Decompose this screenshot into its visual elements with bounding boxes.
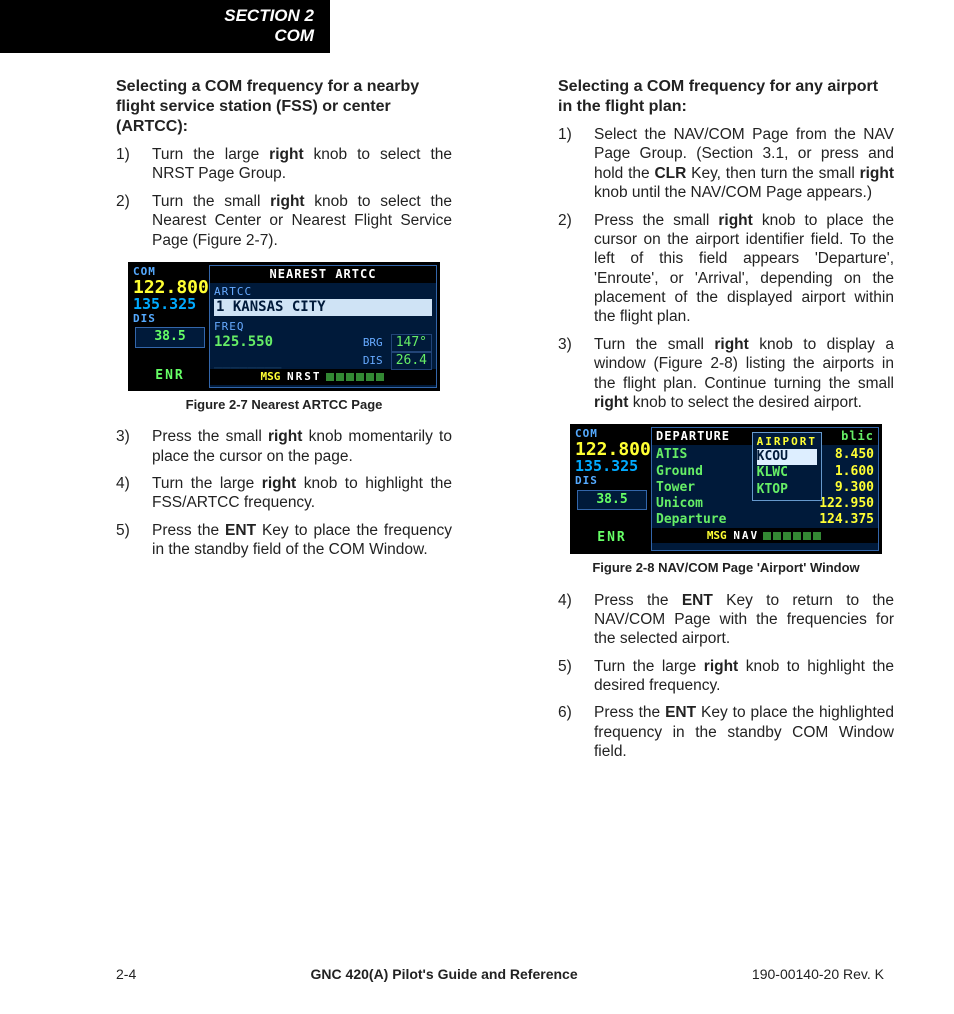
figure-2-7-gps: COM 122.800 135.325 DIS 38.5 ENR NEAREST… xyxy=(128,262,440,391)
gps-main-panel: DEPARTURE blic ATIS8.450 Ground1.600 Tow… xyxy=(651,427,879,551)
left-step-1: 1) Turn the large right knob to select t… xyxy=(116,145,452,184)
footer-title: GNC 420(A) Pilot's Guide and Reference xyxy=(311,966,578,982)
step-number: 4) xyxy=(116,474,144,493)
gps-main-panel: NEAREST ARTCC ARTCC 1 KANSAS CITY FREQ 1… xyxy=(209,265,437,388)
section-line1: SECTION 2 xyxy=(16,6,314,26)
step-number: 5) xyxy=(558,657,586,676)
content-columns: Selecting a COM frequency for a nearby f… xyxy=(0,53,954,774)
step-number: 5) xyxy=(116,521,144,540)
airport-popup: AIRPORT KCOU KLWC KTOP xyxy=(752,432,822,501)
figure-2-8-gps: COM 122.800 135.325 DIS 38.5 ENR DEPARTU… xyxy=(570,424,882,554)
left-step-4: 4) Turn the large right knob to highligh… xyxy=(116,474,452,513)
gps-side-panel: COM 122.800 135.325 DIS 38.5 ENR xyxy=(131,265,209,388)
section-line2: COM xyxy=(16,26,314,46)
page-number: 2-4 xyxy=(116,966,136,982)
left-steps-a: 1) Turn the large right knob to select t… xyxy=(116,145,452,250)
figure-2-7-caption: Figure 2-7 Nearest ARTCC Page xyxy=(116,397,452,413)
right-step-4: 4) Press the ENT Key to return to the NA… xyxy=(558,591,894,649)
page-footer: 2-4 GNC 420(A) Pilot's Guide and Referen… xyxy=(0,966,954,982)
step-number: 3) xyxy=(558,335,586,354)
right-step-3: 3) Turn the small right knob to display … xyxy=(558,335,894,413)
footer-rev: 190-00140-20 Rev. K xyxy=(752,966,884,982)
right-steps-a: 1) Select the NAV/COM Page from the NAV … xyxy=(558,125,894,412)
step-number: 4) xyxy=(558,591,586,610)
left-step-3: 3) Press the small right knob momentaril… xyxy=(116,427,452,466)
left-step-5: 5) Press the ENT Key to place the freque… xyxy=(116,521,452,560)
step-number: 2) xyxy=(558,211,586,230)
left-column: Selecting a COM frequency for a nearby f… xyxy=(116,77,452,774)
step-number: 2) xyxy=(116,192,144,211)
right-heading: Selecting a COM frequency for any airpor… xyxy=(558,77,894,117)
step-number: 1) xyxy=(116,145,144,164)
right-column: Selecting a COM frequency for any airpor… xyxy=(558,77,894,774)
right-step-6: 6) Press the ENT Key to place the highli… xyxy=(558,703,894,761)
gps-side-panel: COM 122.800 135.325 DIS 38.5 ENR xyxy=(573,427,651,551)
right-steps-b: 4) Press the ENT Key to return to the NA… xyxy=(558,591,894,762)
left-steps-b: 3) Press the small right knob momentaril… xyxy=(116,427,452,559)
right-step-1: 1) Select the NAV/COM Page from the NAV … xyxy=(558,125,894,203)
section-tab: SECTION 2 COM xyxy=(0,0,330,53)
left-heading: Selecting a COM frequency for a nearby f… xyxy=(116,77,452,137)
left-step-2: 2) Turn the small right knob to select t… xyxy=(116,192,452,250)
step-number: 1) xyxy=(558,125,586,144)
step-number: 6) xyxy=(558,703,586,722)
right-step-2: 2) Press the small right knob to place t… xyxy=(558,211,894,327)
right-step-5: 5) Turn the large right knob to highligh… xyxy=(558,657,894,696)
figure-2-8-caption: Figure 2-8 NAV/COM Page 'Airport' Window xyxy=(558,560,894,576)
step-number: 3) xyxy=(116,427,144,446)
